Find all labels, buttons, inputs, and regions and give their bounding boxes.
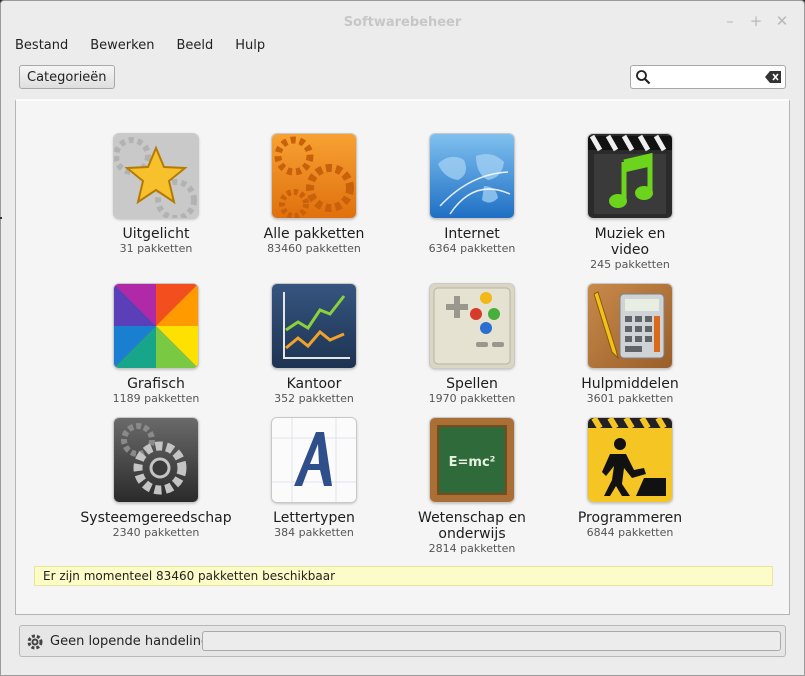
menu-beeld[interactable]: Beeld	[172, 38, 217, 53]
maximize-icon[interactable]: +	[748, 13, 764, 29]
category-lettertypen[interactable]: Lettertypen 384 pakketten	[234, 418, 394, 540]
category-name-line1: Muziek en	[594, 226, 666, 242]
info-bar: Er zijn momenteel 83460 pakketten beschi…	[34, 566, 773, 586]
category-name-line2: onderwijs	[438, 526, 506, 542]
category-name: Hulpmiddelen	[581, 376, 679, 392]
category-name: Systeemgereedschap	[80, 510, 232, 526]
toolbar: Categorieën	[19, 65, 786, 91]
category-muziek-en-video[interactable]: Muziek en video 245 pakketten	[550, 134, 710, 272]
category-name: Wetenschap en onderwijs	[392, 510, 552, 542]
category-kantoor[interactable]: Kantoor 352 pakketten	[234, 284, 394, 406]
system-gear-icon	[114, 418, 198, 502]
category-name: Muziek en video	[550, 226, 710, 258]
menu-bewerken[interactable]: Bewerken	[86, 38, 158, 53]
category-alle-pakketten[interactable]: Alle pakketten 83460 pakketten	[234, 134, 394, 256]
category-count: 2340 pakketten	[112, 526, 200, 539]
category-name: Internet	[444, 226, 500, 242]
progress-bar	[202, 631, 781, 651]
chart-icon	[272, 284, 356, 368]
category-count: 3601 pakketten	[586, 392, 674, 405]
category-programmeren[interactable]: Programmeren 6844 pakketten	[550, 418, 710, 540]
clear-search-icon[interactable]	[765, 71, 781, 83]
category-count: 6844 pakketten	[586, 526, 674, 539]
minimize-icon[interactable]: –	[722, 13, 738, 29]
music-icon	[588, 134, 672, 218]
search-icon	[636, 70, 651, 85]
category-internet[interactable]: Internet 6364 pakketten	[392, 134, 552, 256]
category-name: Programmeren	[577, 510, 683, 526]
category-count: 1189 pakketten	[112, 392, 200, 405]
category-uitgelicht[interactable]: Uitgelicht 31 pakketten	[76, 134, 236, 256]
status-text: Geen lopende handelingen	[50, 634, 226, 649]
category-count: 2814 pakketten	[428, 542, 516, 555]
star-icon	[114, 134, 198, 218]
close-icon[interactable]: ✕	[774, 13, 790, 29]
category-count: 83460 pakketten	[267, 242, 361, 255]
window-controls: – + ✕	[712, 13, 790, 30]
category-name: Lettertypen	[273, 510, 355, 526]
category-name: Alle pakketten	[263, 226, 365, 242]
category-count: 1970 pakketten	[428, 392, 516, 405]
categories-view: Uitgelicht 31 pakketten Alle pakketten 8…	[15, 99, 790, 615]
chalkboard-icon: E=mc²	[430, 418, 514, 502]
category-name-line1: Wetenschap en	[418, 510, 526, 526]
category-hulpmiddelen[interactable]: Hulpmiddelen 3601 pakketten	[550, 284, 710, 406]
category-count: 352 pakketten	[274, 392, 354, 405]
window-title: Softwarebeheer	[343, 15, 462, 30]
gear-icon[interactable]	[26, 633, 44, 651]
gamepad-icon	[430, 284, 514, 368]
app-window: Softwarebeheer – + ✕ Bestand Bewerken Beeld H…	[0, 0, 805, 676]
category-name-line2: video	[610, 242, 650, 258]
calculator-icon	[588, 284, 672, 368]
category-name: Kantoor	[286, 376, 342, 392]
globe-icon	[430, 134, 514, 218]
construction-icon	[588, 418, 672, 502]
category-name: Uitgelicht	[122, 226, 190, 242]
menu-bar: Bestand Bewerken Beeld Hulp	[11, 38, 283, 58]
category-count: 6364 pakketten	[428, 242, 516, 255]
category-wetenschap-en-onderwijs[interactable]: E=mc² Wetenschap en onderwijs 2814 pakket…	[392, 418, 552, 556]
categories-button[interactable]: Categorieën	[19, 65, 115, 89]
edge-marker	[0, 217, 2, 219]
category-spellen[interactable]: Spellen 1970 pakketten	[392, 284, 552, 406]
category-systeemgereedschap[interactable]: Systeemgereedschap 2340 pakketten	[76, 418, 236, 540]
category-name: Grafisch	[127, 376, 185, 392]
font-icon	[272, 418, 356, 502]
color-wheel-icon	[114, 284, 198, 368]
menu-bestand[interactable]: Bestand	[11, 38, 72, 53]
board-formula: E=mc²	[449, 455, 496, 470]
gears-icon	[272, 134, 356, 218]
category-grafisch[interactable]: Grafisch 1189 pakketten	[76, 284, 236, 406]
category-count: 31 pakketten	[119, 242, 193, 255]
category-count: 384 pakketten	[274, 526, 354, 539]
category-name: Spellen	[446, 376, 498, 392]
status-bar: Geen lopende handelingen	[19, 625, 786, 657]
search-input[interactable]	[655, 68, 769, 88]
search-box[interactable]	[630, 65, 786, 89]
menu-hulp[interactable]: Hulp	[231, 38, 269, 53]
category-count: 245 pakketten	[590, 258, 670, 271]
